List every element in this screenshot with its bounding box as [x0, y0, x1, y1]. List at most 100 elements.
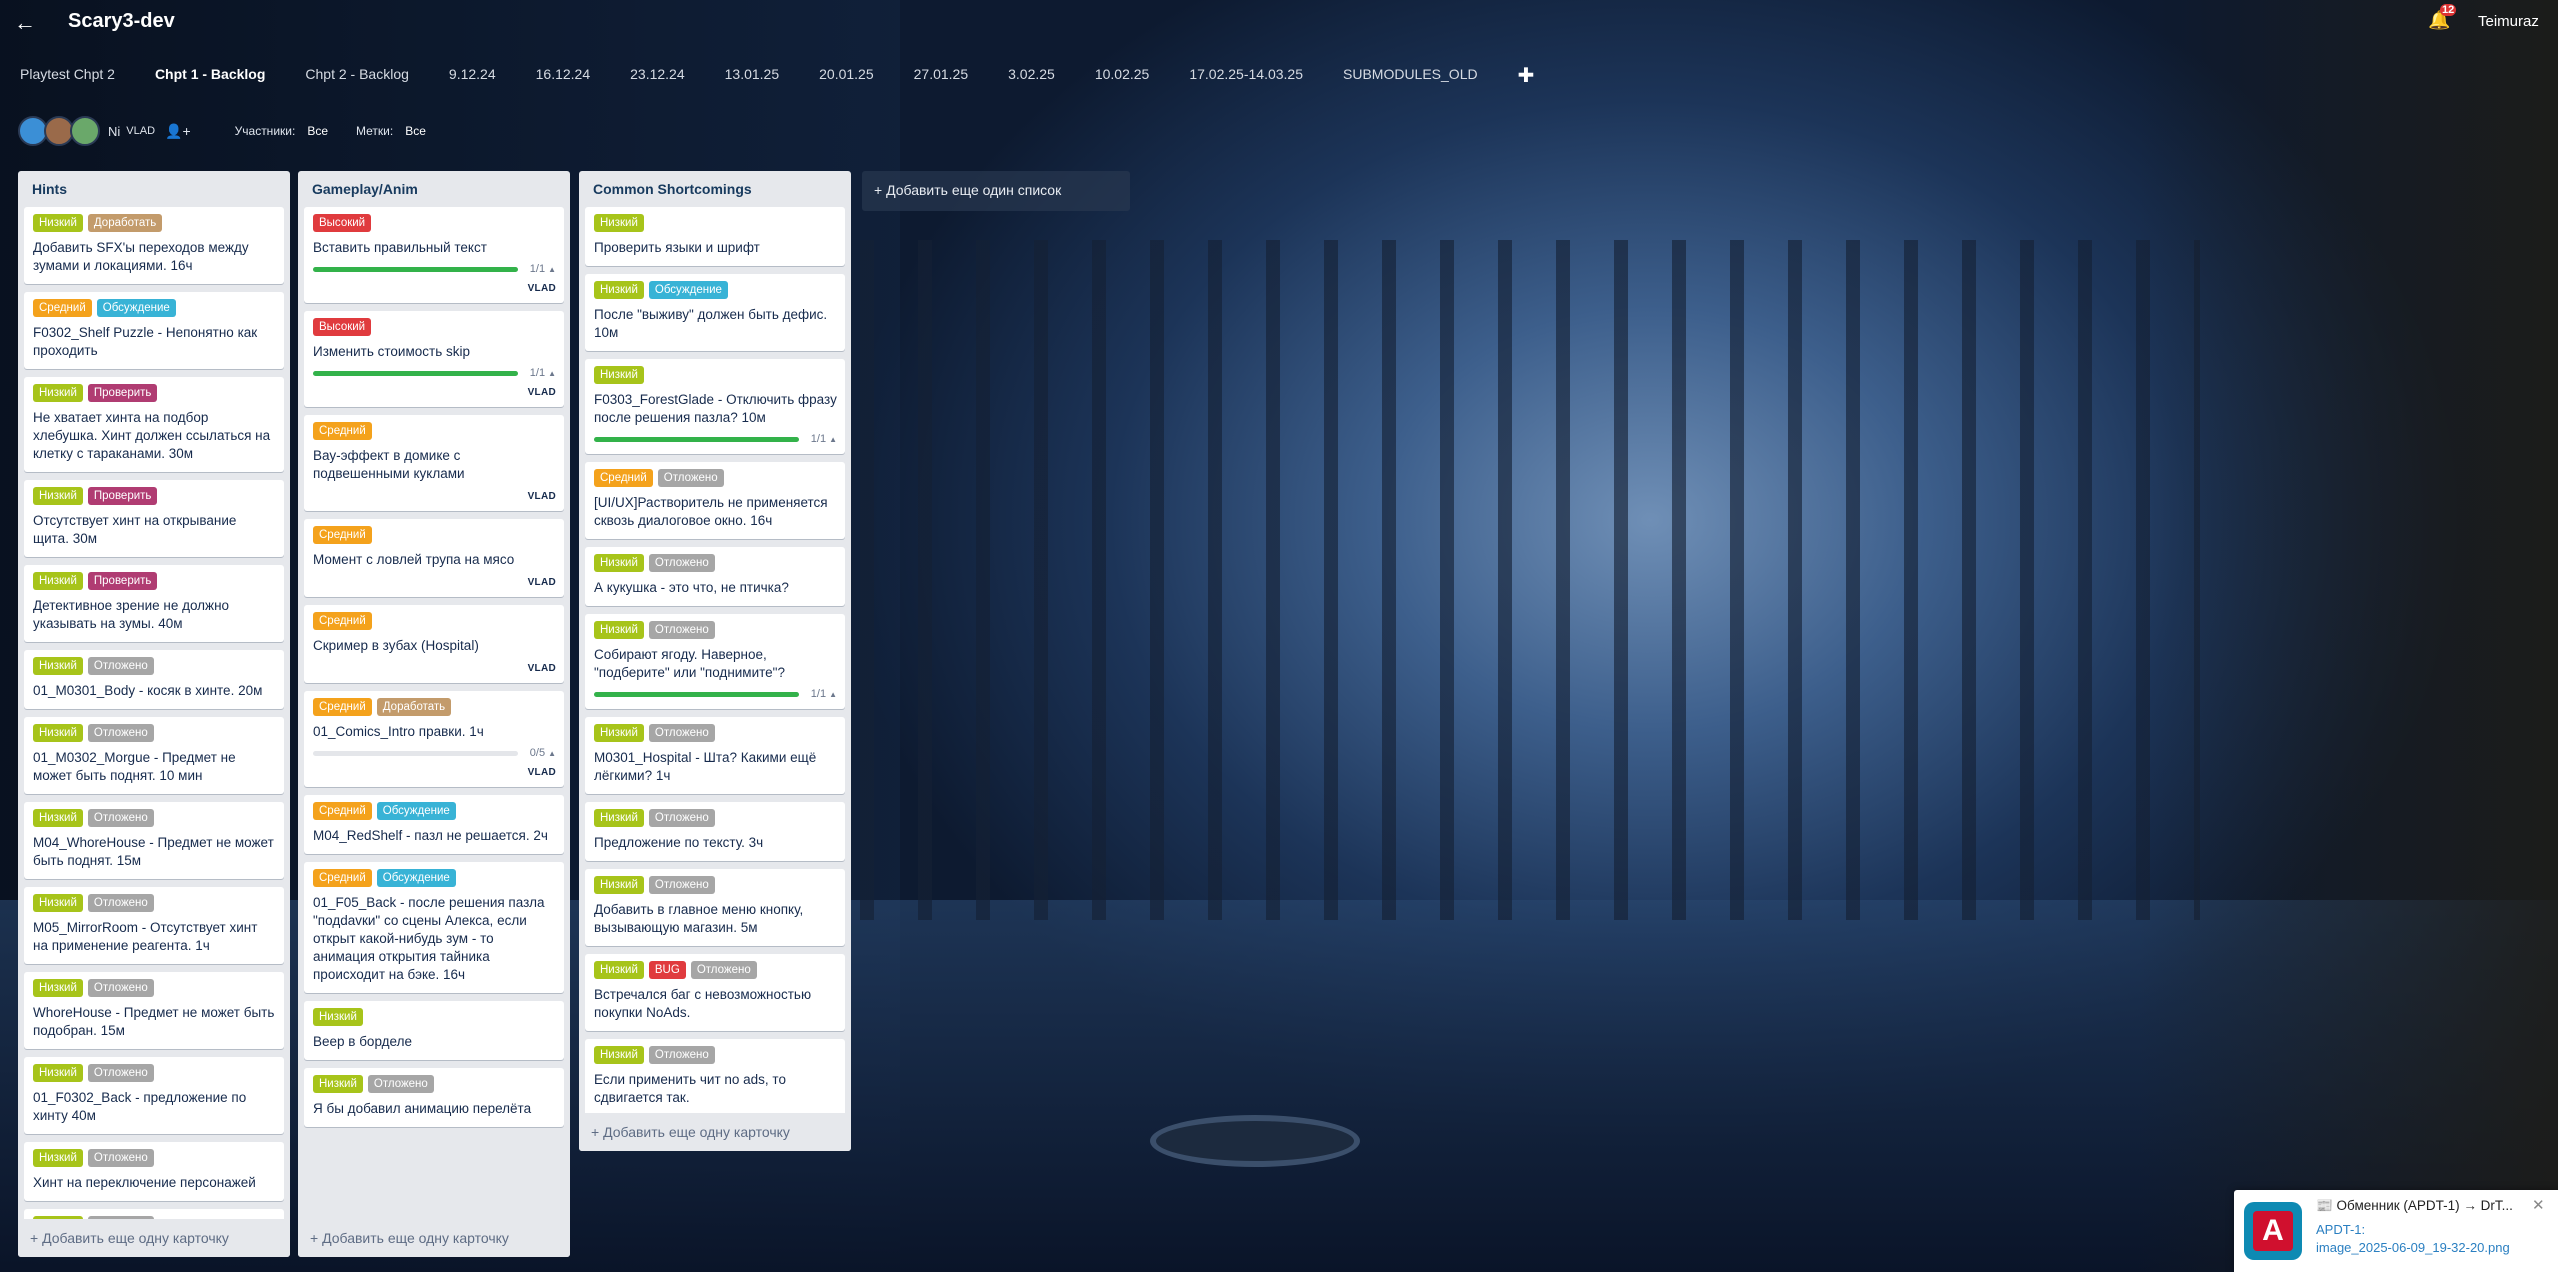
chevron-up-icon[interactable]: ▲: [829, 690, 837, 699]
add-member-icon[interactable]: 👤+: [165, 123, 191, 140]
add-card-button[interactable]: + Добавить еще одну карточку: [579, 1113, 851, 1151]
card-label: Низкий: [33, 214, 83, 232]
add-card-button[interactable]: + Добавить еще одну карточку: [18, 1219, 290, 1257]
card-title: Вставить правильный текст: [313, 240, 487, 255]
participants-filter-value[interactable]: Все: [307, 124, 328, 138]
tab-9[interactable]: 3.02.25: [1008, 66, 1055, 88]
card-labels: НизкийОтложено: [594, 1046, 837, 1064]
add-tab-icon[interactable]: ✚: [1518, 63, 1535, 88]
card-title: M04_WhoreHouse - Предмет не может быть п…: [33, 835, 274, 868]
card-label: Доработать: [376, 698, 452, 716]
card[interactable]: Средний Доработать 01_Comics_Intro правки.…: [304, 691, 564, 787]
notification-toast[interactable]: A 📰 Обменник (APDT-1) → DrT... ✕ APDT-1:…: [2234, 1190, 2558, 1272]
card[interactable]: Низкий Отложено 01_F0302_Back - предложени…: [24, 1057, 284, 1134]
card[interactable]: Высокий Вставить правильный текст 1/1 ▲ VLAD: [304, 207, 564, 303]
toast-line-2[interactable]: image_2025-06-09_19-32-20.png: [2316, 1240, 2510, 1255]
card[interactable]: Средний Обсуждение 01_F05_Back - после реш…: [304, 862, 564, 993]
progress-bar: [313, 266, 518, 272]
chevron-up-icon[interactable]: ▲: [829, 435, 837, 444]
card[interactable]: Низкий F0303_ForestGlade - Отключить фраз…: [585, 359, 845, 454]
card[interactable]: Низкий Отложено 01_M0301_Body - косяк в хи…: [24, 650, 284, 709]
close-icon[interactable]: ✕: [2532, 1196, 2545, 1214]
tab-3[interactable]: 9.12.24: [449, 66, 496, 88]
card-label: Отложено: [367, 1075, 434, 1093]
card[interactable]: Низкий BUG Отложено Встречался баг с невозм…: [585, 954, 845, 1031]
card[interactable]: Средний Вау-эффект в домике с подвешенным…: [304, 415, 564, 511]
card[interactable]: Высокий Изменить стоимость skip 1/1 ▲ VLAD: [304, 311, 564, 407]
progress-bar-fill: [313, 266, 518, 272]
card[interactable]: Низкий Проверить языки и шрифт: [585, 207, 845, 266]
card-label: Средний: [313, 698, 372, 716]
tab-12[interactable]: SUBMODULES_OLD: [1343, 66, 1478, 88]
card[interactable]: Низкий Отложено Если применить чит no ads,…: [585, 1039, 845, 1113]
tab-1[interactable]: Chpt 1 - Backlog: [155, 66, 265, 88]
chevron-up-icon[interactable]: ▲: [548, 265, 556, 274]
card[interactable]: Средний Скример в зубах (Hospital) VLAD: [304, 605, 564, 683]
card-member[interactable]: VLAD: [313, 663, 556, 674]
card-member[interactable]: VLAD: [313, 577, 556, 588]
avatar[interactable]: [70, 116, 100, 146]
tab-4[interactable]: 16.12.24: [536, 66, 591, 88]
card[interactable]: Низкий Отложено 01_M0302_Morgue - Предмет …: [24, 717, 284, 794]
card[interactable]: Средний Обсуждение F0302_Shelf Puzzle - Не…: [24, 292, 284, 369]
card-member[interactable]: VLAD: [313, 491, 556, 502]
tab-11[interactable]: 17.02.25-14.03.25: [1189, 66, 1303, 88]
card[interactable]: Низкий Обсуждение После "выживу" должен бы…: [585, 274, 845, 351]
tags-filter-label: Метки:: [356, 124, 394, 138]
card-label: Низкий: [594, 214, 644, 232]
card[interactable]: Низкий Отложено M05_MirrorRoom - Отсутству…: [24, 887, 284, 964]
card[interactable]: Низкий Отложено Предложение по тексту. 3ч: [585, 802, 845, 861]
member-vlad[interactable]: VLAD: [126, 125, 155, 137]
card[interactable]: Низкий Отложено M04_WhoreHouse - Предмет н…: [24, 802, 284, 879]
card[interactable]: Средний Момент с ловлей трупа на мясо VLAD: [304, 519, 564, 597]
toast-line-1[interactable]: APDT-1:: [2316, 1222, 2365, 1237]
card[interactable]: Средний Обсуждение M04_RedShelf - пазл не …: [304, 795, 564, 854]
card-title: Добавить в главное меню кнопку, вызывающ…: [594, 902, 804, 935]
tab-5[interactable]: 23.12.24: [630, 66, 685, 88]
add-list-button[interactable]: + Добавить еще один список: [862, 171, 1130, 211]
card[interactable]: Низкий Доработать Добавить SFX'ы переходов…: [24, 207, 284, 284]
tab-7[interactable]: 20.01.25: [819, 66, 874, 88]
card-label: Низкий: [594, 281, 644, 299]
back-arrow-icon[interactable]: ←: [14, 10, 36, 36]
chevron-up-icon[interactable]: ▲: [548, 749, 556, 758]
board-header: ← Scary3-dev 🔔 12 Teimuraz: [0, 0, 2558, 46]
member-initials[interactable]: Ni: [108, 124, 120, 139]
tags-filter-value[interactable]: Все: [405, 124, 426, 138]
add-card-button[interactable]: + Добавить еще одну карточку: [298, 1219, 570, 1257]
card[interactable]: Низкий Отложено Собирают ягоду. Наверное, …: [585, 614, 845, 709]
card-label: Низкий: [594, 876, 644, 894]
card-member[interactable]: VLAD: [313, 283, 556, 294]
card[interactable]: Низкий Проверить Детективное зрение не дол…: [24, 565, 284, 642]
tab-0[interactable]: Playtest Chpt 2: [20, 66, 115, 88]
card[interactable]: Низкий Веер в борделе: [304, 1001, 564, 1060]
card[interactable]: Низкий Отложено Хинт на переключение персо…: [24, 1142, 284, 1201]
card-label: Средний: [313, 869, 372, 887]
card-label: Отложено: [87, 657, 154, 675]
list-title[interactable]: Gameplay/Anim: [298, 171, 570, 207]
board-title[interactable]: Scary3-dev: [68, 10, 175, 33]
tab-10[interactable]: 10.02.25: [1095, 66, 1150, 88]
card-labels: Высокий: [313, 318, 556, 336]
user-name[interactable]: Teimuraz: [2478, 13, 2539, 30]
card-member[interactable]: VLAD: [313, 767, 556, 778]
card[interactable]: Средний Отложено [UI/UX]Растворитель не пр…: [585, 462, 845, 539]
tab-8[interactable]: 27.01.25: [914, 66, 969, 88]
card[interactable]: Низкий Отложено Я бы добавил анимацию пере…: [304, 1068, 564, 1127]
card[interactable]: Низкий Проверить Не хватает хинта на подбо…: [24, 377, 284, 472]
card[interactable]: Низкий Отложено M0301_Hospital - Шта? Каки…: [585, 717, 845, 794]
card[interactable]: НизкийОтложено: [24, 1209, 284, 1219]
list-title[interactable]: Hints: [18, 171, 290, 207]
card-title: WhoreHouse - Предмет не может быть подоб…: [33, 1005, 275, 1038]
chevron-up-icon[interactable]: ▲: [548, 369, 556, 378]
card[interactable]: Низкий Отложено А кукушка - это что, не пт…: [585, 547, 845, 606]
card-label: Обсуждение: [96, 299, 176, 317]
tab-2[interactable]: Chpt 2 - Backlog: [305, 66, 409, 88]
card[interactable]: Низкий Отложено Добавить в главное меню кн…: [585, 869, 845, 946]
card[interactable]: Низкий Отложено WhoreHouse - Предмет не мо…: [24, 972, 284, 1049]
tab-6[interactable]: 13.01.25: [725, 66, 780, 88]
card-member[interactable]: VLAD: [313, 387, 556, 398]
card[interactable]: Низкий Проверить Отсутствует хинт на откры…: [24, 480, 284, 557]
card-title: После "выживу" должен быть дефис. 10м: [594, 307, 828, 340]
list-title[interactable]: Common Shortcomings: [579, 171, 851, 207]
